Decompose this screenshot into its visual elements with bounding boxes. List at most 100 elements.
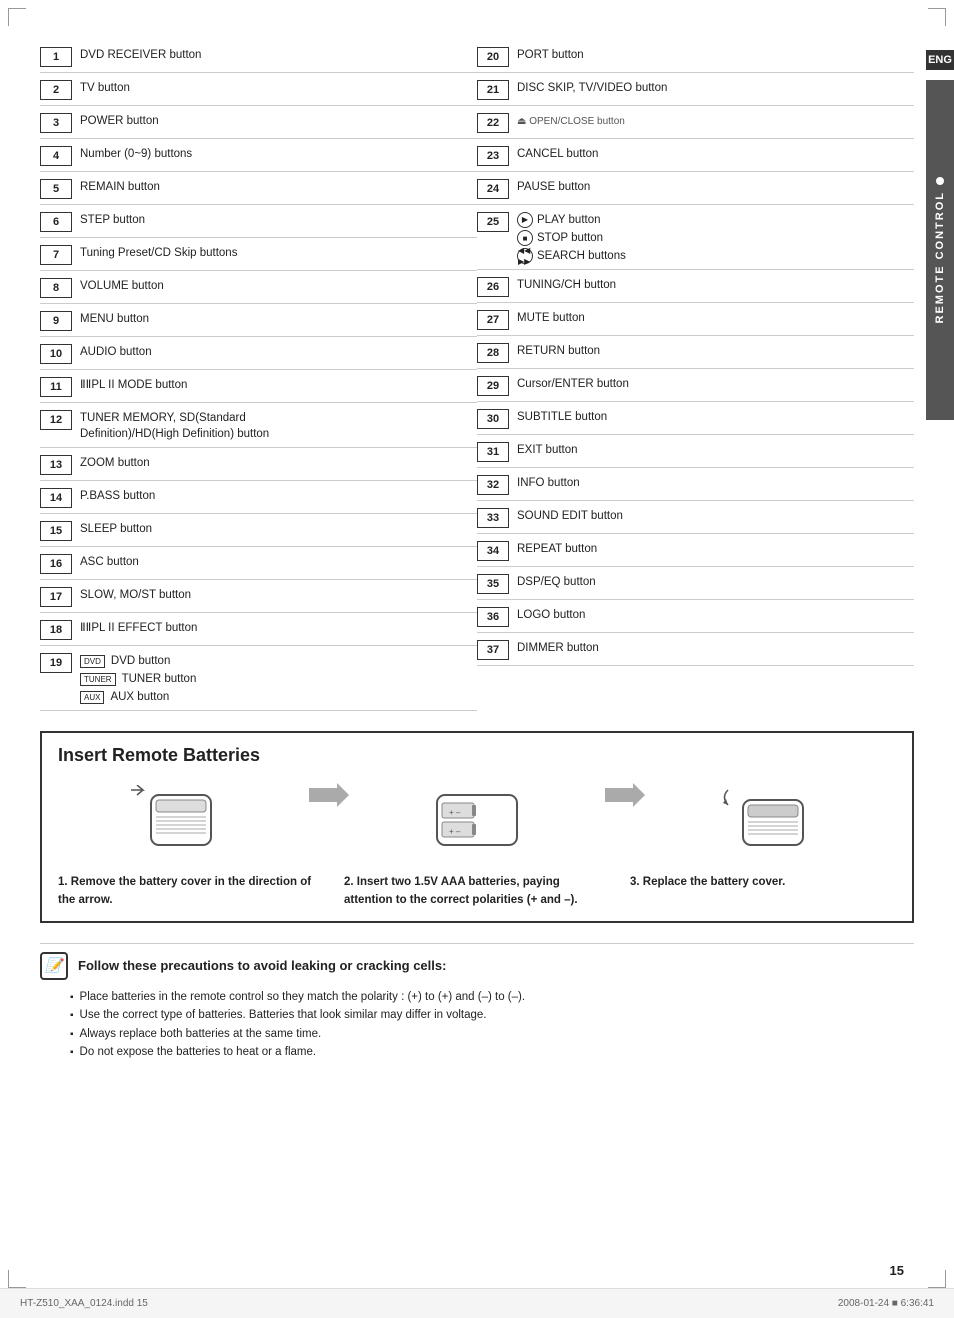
left-button-row-10: 10AUDIO button bbox=[40, 337, 477, 370]
left-button-row-17: 17SLOW, MO/ST button bbox=[40, 580, 477, 613]
button-label-35: DSP/EQ button bbox=[517, 572, 596, 590]
right-button-row-31: 31EXIT button bbox=[477, 435, 914, 468]
arrow-2 bbox=[600, 780, 650, 810]
left-button-row-7: 7Tuning Preset/CD Skip buttons bbox=[40, 238, 477, 271]
multi-line-item: ▶ PLAY button bbox=[517, 212, 626, 228]
button-label-13: ZOOM button bbox=[80, 453, 150, 471]
button-number-36: 36 bbox=[477, 607, 509, 627]
right-button-row-25: 25▶ PLAY button■ STOP button◀◀ ▶▶ SEARCH… bbox=[477, 205, 914, 270]
inline-badge: DVD bbox=[80, 655, 105, 668]
button-label-18: ⅡⅡPL II EFFECT button bbox=[80, 618, 197, 636]
left-button-row-4: 4Number (0~9) buttons bbox=[40, 139, 477, 172]
corner-mark-tl bbox=[8, 8, 26, 26]
button-number-11: 11 bbox=[40, 377, 72, 397]
right-button-row-30: 30 SUBTITLE button bbox=[477, 402, 914, 435]
left-button-row-16: 16ASC button bbox=[40, 547, 477, 580]
right-button-row-34: 34REPEAT button bbox=[477, 534, 914, 567]
battery-illustration-1 bbox=[58, 780, 304, 860]
button-number-32: 32 bbox=[477, 475, 509, 495]
button-label-12: TUNER MEMORY, SD(StandardDefinition)/HD(… bbox=[80, 408, 269, 442]
precaution-section: 📝 Follow these precautions to avoid leak… bbox=[40, 952, 914, 1062]
button-label-7: Tuning Preset/CD Skip buttons bbox=[80, 243, 237, 261]
precaution-icon: 📝 bbox=[40, 952, 68, 980]
divider bbox=[40, 943, 914, 944]
button-number-12: 12 bbox=[40, 410, 72, 430]
svg-text:+ –: + – bbox=[449, 827, 461, 836]
battery-step-3: 3. Replace the battery cover. bbox=[630, 874, 896, 909]
button-label-17: SLOW, MO/ST button bbox=[80, 585, 191, 603]
right-button-row-29: 29Cursor/ENTER button bbox=[477, 369, 914, 402]
left-button-row-9: 9MENU button bbox=[40, 304, 477, 337]
button-number-30: 30 bbox=[477, 409, 509, 429]
left-button-column: 1 DVD RECEIVER button 2TV button 3 POWER but… bbox=[40, 40, 477, 711]
button-label-2: TV button bbox=[80, 78, 130, 96]
left-button-row-1: 1 DVD RECEIVER button bbox=[40, 40, 477, 73]
button-number-8: 8 bbox=[40, 278, 72, 298]
button-label-32: INFO button bbox=[517, 473, 580, 491]
button-label-34: REPEAT button bbox=[517, 539, 597, 557]
button-label-3: POWER button bbox=[80, 111, 159, 129]
right-button-row-35: 35 DSP/EQ button bbox=[477, 567, 914, 600]
page-number: 15 bbox=[890, 1263, 904, 1278]
right-button-row-23: 23CANCEL button bbox=[477, 139, 914, 172]
button-label-31: EXIT button bbox=[517, 440, 578, 458]
button-number-16: 16 bbox=[40, 554, 72, 574]
right-button-row-36: 36LOGO button bbox=[477, 600, 914, 633]
button-label-20: PORT button bbox=[517, 45, 584, 63]
button-number-3: 3 bbox=[40, 113, 72, 133]
bottom-bar: HT-Z510_XAA_0124.indd 15 2008-01-24 ■ 6:… bbox=[0, 1288, 954, 1318]
left-button-row-6: 6STEP button bbox=[40, 205, 477, 238]
button-label-24: PAUSE button bbox=[517, 177, 590, 195]
button-label-26: TUNING/CH button bbox=[517, 275, 616, 293]
button-number-28: 28 bbox=[477, 343, 509, 363]
multi-line-item: TUNERTUNER button bbox=[80, 671, 196, 687]
left-button-row-18: 18 ⅡⅡPL II EFFECT button bbox=[40, 613, 477, 646]
button-number-14: 14 bbox=[40, 488, 72, 508]
svg-text:+ –: + – bbox=[449, 808, 461, 817]
battery-illustration-2: + – + – bbox=[354, 780, 600, 860]
right-button-row-28: 28 RETURN button bbox=[477, 336, 914, 369]
button-label-33: SOUND EDIT button bbox=[517, 506, 623, 524]
right-button-row-37: 37DIMMER button bbox=[477, 633, 914, 666]
button-number-35: 35 bbox=[477, 574, 509, 594]
button-label-1: DVD RECEIVER button bbox=[80, 45, 201, 63]
inline-badge: AUX bbox=[80, 691, 104, 704]
right-button-row-22: 22⏏ OPEN/CLOSE button bbox=[477, 106, 914, 139]
button-number-13: 13 bbox=[40, 455, 72, 475]
circle-icon: ◀◀ ▶▶ bbox=[517, 248, 533, 264]
button-label-11: ⅡⅡPL II MODE button bbox=[80, 375, 187, 393]
arrow-1 bbox=[304, 780, 354, 810]
button-label-10: AUDIO button bbox=[80, 342, 152, 360]
circle-icon: ■ bbox=[517, 230, 533, 246]
side-dot bbox=[936, 177, 944, 185]
button-number-9: 9 bbox=[40, 311, 72, 331]
battery-step-text: 1. Remove the battery cover in the direc… bbox=[58, 874, 896, 909]
left-button-row-2: 2TV button bbox=[40, 73, 477, 106]
button-number-24: 24 bbox=[477, 179, 509, 199]
left-button-row-14: 14P.BASS button bbox=[40, 481, 477, 514]
button-number-15: 15 bbox=[40, 521, 72, 541]
right-button-row-20: 20PORT button bbox=[477, 40, 914, 73]
battery-section-title: Insert Remote Batteries bbox=[58, 745, 896, 766]
button-label-30: SUBTITLE button bbox=[517, 407, 607, 425]
button-number-25: 25 bbox=[477, 212, 509, 232]
right-button-row-26: 26TUNING/CH button bbox=[477, 270, 914, 303]
multi-line-item: AUXAUX button bbox=[80, 689, 196, 705]
eng-label: ENG bbox=[926, 50, 954, 70]
button-label-28: RETURN button bbox=[517, 341, 600, 359]
multi-line-item: ■ STOP button bbox=[517, 230, 626, 246]
footer-left: HT-Z510_XAA_0124.indd 15 bbox=[20, 1298, 148, 1309]
right-button-row-32: 32 INFO button bbox=[477, 468, 914, 501]
left-button-row-5: 5REMAIN button bbox=[40, 172, 477, 205]
corner-mark-br bbox=[928, 1270, 946, 1288]
button-number-21: 21 bbox=[477, 80, 509, 100]
button-label-23: CANCEL button bbox=[517, 144, 598, 162]
corner-mark-bl bbox=[8, 1270, 26, 1288]
right-button-row-33: 33 SOUND EDIT button bbox=[477, 501, 914, 534]
right-button-row-27: 27MUTE button bbox=[477, 303, 914, 336]
precaution-header: 📝 Follow these precautions to avoid leak… bbox=[40, 952, 914, 980]
button-number-1: 1 bbox=[40, 47, 72, 67]
button-number-18: 18 bbox=[40, 620, 72, 640]
button-number-33: 33 bbox=[477, 508, 509, 528]
footer-right: 2008-01-24 ■ 6:36:41 bbox=[838, 1298, 934, 1309]
